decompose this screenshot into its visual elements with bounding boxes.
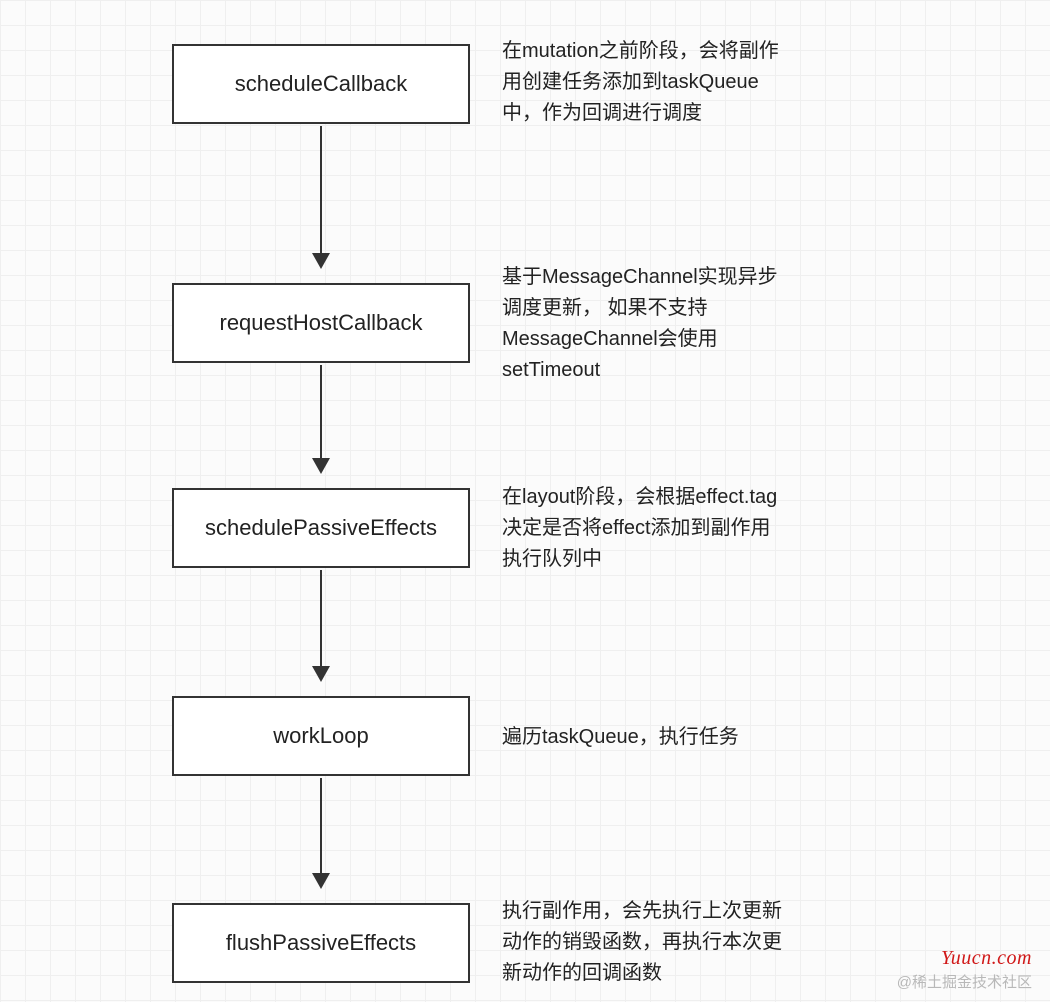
- node-label: flushPassiveEffects: [226, 930, 416, 956]
- arrow-1: [320, 126, 322, 267]
- desc-work-loop: 遍历taskQueue，执行任务: [502, 722, 782, 753]
- desc-flush-passive-effects: 执行副作用，会先执行上次更新动作的销毁函数，再执行本次更新动作的回调函数: [502, 896, 782, 989]
- watermark-source: @稀土掘金技术社区: [897, 971, 1032, 992]
- node-label: workLoop: [273, 723, 368, 749]
- arrow-3: [320, 570, 322, 680]
- node-schedule-callback: scheduleCallback: [172, 44, 470, 124]
- desc-schedule-passive-effects: 在layout阶段，会根据effect.tag决定是否将effect添加到副作用…: [502, 482, 782, 575]
- arrow-2: [320, 365, 322, 472]
- node-label: scheduleCallback: [235, 71, 407, 97]
- node-flush-passive-effects: flushPassiveEffects: [172, 903, 470, 983]
- node-request-host-callback: requestHostCallback: [172, 283, 470, 363]
- node-label: schedulePassiveEffects: [205, 515, 437, 541]
- desc-text: 执行副作用，会先执行上次更新动作的销毁函数，再执行本次更新动作的回调函数: [502, 900, 782, 984]
- desc-schedule-callback: 在mutation之前阶段，会将副作用创建任务添加到taskQueue中，作为回…: [502, 36, 782, 129]
- desc-request-host-callback: 基于MessageChannel实现异步调度更新， 如果不支持MessageCh…: [502, 262, 782, 386]
- desc-text: 遍历taskQueue，执行任务: [502, 726, 739, 748]
- node-work-loop: workLoop: [172, 696, 470, 776]
- watermark-site: Yuucn.com: [941, 947, 1032, 970]
- desc-text: 基于MessageChannel实现异步调度更新， 如果不支持MessageCh…: [502, 266, 778, 381]
- node-schedule-passive-effects: schedulePassiveEffects: [172, 488, 470, 568]
- arrow-4: [320, 778, 322, 887]
- desc-text: 在mutation之前阶段，会将副作用创建任务添加到taskQueue中，作为回…: [502, 40, 779, 124]
- node-label: requestHostCallback: [220, 310, 423, 336]
- desc-text: 在layout阶段，会根据effect.tag决定是否将effect添加到副作用…: [502, 486, 777, 570]
